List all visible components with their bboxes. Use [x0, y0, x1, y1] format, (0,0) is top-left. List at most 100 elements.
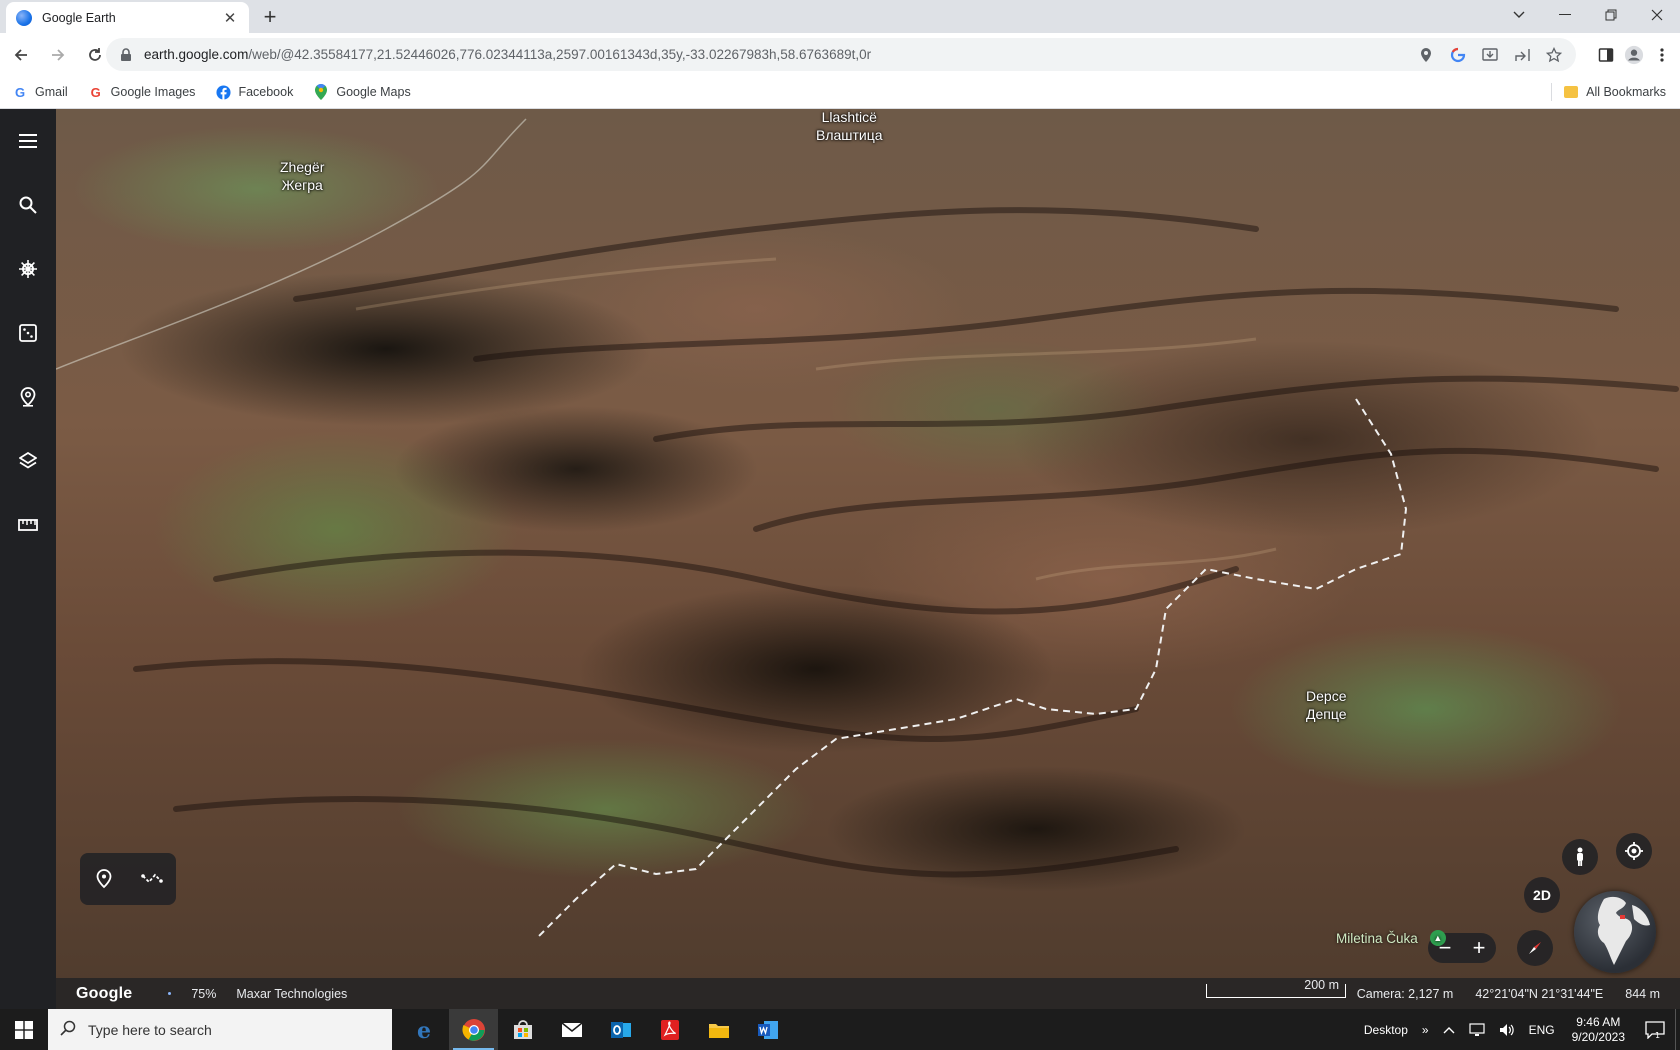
site-info-icon[interactable] — [120, 47, 134, 63]
poi-miletina-cuka[interactable]: Miletina Čuka ▲ — [1336, 930, 1446, 946]
restore-icon[interactable] — [1588, 0, 1634, 30]
maps-pin-icon — [313, 84, 329, 100]
google-earth-favicon-icon — [16, 9, 32, 26]
word-icon[interactable] — [743, 1009, 792, 1050]
measure-ruler-icon[interactable] — [8, 505, 48, 545]
place-label-zheger[interactable]: Zhegër Жегра — [280, 158, 324, 194]
place-label-depce[interactable]: Depce Депце — [1306, 687, 1347, 723]
add-placemark-icon[interactable] — [89, 864, 119, 894]
notification-center-icon[interactable]: 1 — [1635, 1009, 1675, 1050]
place-name-cyrillic: Жегра — [281, 177, 323, 193]
toggle-2d-button[interactable]: 2D — [1524, 877, 1560, 913]
bookmark-google-images[interactable]: G Google Images — [80, 78, 204, 106]
close-window-icon[interactable] — [1634, 0, 1680, 30]
bookmark-label: Google Images — [110, 85, 196, 99]
edge-icon[interactable]: e — [400, 1009, 449, 1050]
tab-google-earth[interactable]: Google Earth ✕ — [6, 2, 249, 33]
search-icon[interactable] — [8, 185, 48, 225]
forward-arrow-icon[interactable] — [42, 39, 74, 71]
show-hidden-icons-chevron-icon[interactable] — [1436, 1026, 1462, 1034]
tab-search-icon[interactable] — [1496, 0, 1542, 30]
url-path: /web/@42.35584177,21.52446026,776.023441… — [248, 47, 872, 62]
peak-marker-icon: ▲ — [1429, 930, 1446, 946]
chrome-icon[interactable] — [449, 1009, 498, 1050]
google-g-icon: G — [14, 84, 26, 100]
file-explorer-icon[interactable] — [694, 1009, 743, 1050]
volume-icon[interactable] — [1492, 1023, 1522, 1037]
map-style-layers-icon[interactable] — [8, 441, 48, 481]
side-panel-icon[interactable] — [1596, 45, 1616, 65]
loading-dot-icon — [168, 992, 172, 995]
bookmark-facebook[interactable]: Facebook — [207, 78, 301, 106]
place-name-latin: Zhegër — [280, 159, 325, 175]
all-bookmarks-button[interactable]: All Bookmarks — [1551, 78, 1666, 106]
feeling-lucky-dice-icon[interactable] — [8, 313, 48, 353]
bookmark-label: Google Maps — [336, 85, 411, 99]
install-app-icon[interactable] — [1480, 45, 1500, 65]
ground-elevation: 844 m — [1625, 986, 1660, 1001]
search-icon — [60, 1020, 76, 1039]
compass-icon[interactable] — [1517, 930, 1553, 966]
clock[interactable]: 9:46 AM 9/20/2023 — [1562, 1015, 1635, 1045]
more-menu-icon[interactable] — [1652, 45, 1672, 65]
system-tray: Desktop » ENG 9:46 AM 9/20/2023 1 — [1357, 1009, 1680, 1050]
all-bookmarks-label: All Bookmarks — [1586, 85, 1666, 99]
share-icon[interactable] — [1512, 45, 1532, 65]
toolbar-expand-icon[interactable]: » — [1415, 1023, 1436, 1037]
bookmark-gmail[interactable]: G Gmail — [4, 78, 76, 106]
road-line — [56, 118, 527, 370]
bookmark-star-icon[interactable] — [1544, 45, 1564, 65]
mini-globe-icon[interactable] — [1574, 891, 1656, 973]
url-text[interactable]: earth.google.com/web/@42.35584177,21.524… — [144, 47, 1416, 62]
store-icon[interactable] — [498, 1009, 547, 1050]
place-name-cyrillic: Влаштица — [816, 127, 883, 143]
profile-avatar-icon[interactable] — [1624, 45, 1644, 65]
camera-altitude: Camera: 2,127 m — [1356, 986, 1454, 1001]
new-tab-button[interactable]: + — [258, 5, 282, 29]
tab-close-icon[interactable]: ✕ — [221, 9, 239, 27]
browser-toolbar: earth.google.com/web/@42.35584177,21.524… — [0, 33, 1680, 76]
bookmark-google-maps[interactable]: Google Maps — [305, 78, 418, 106]
google-lens-icon[interactable] — [1448, 45, 1468, 65]
satellite-terrain-view[interactable]: Llashticë Влаштица Zhegër Жегра Depce Де… — [56, 109, 1680, 1009]
place-label-llashtice[interactable]: Llashticë Влаштица — [816, 109, 883, 144]
google-g-icon: G — [90, 84, 101, 100]
place-name-latin: Llashticë — [821, 109, 877, 125]
border-dashed-line — [535, 398, 1408, 940]
scale-label: 200 m — [1304, 978, 1339, 992]
earth-sidebar — [0, 109, 56, 1009]
cursor-coordinates: 42°21'04"N 21°31'44"E — [1475, 986, 1604, 1001]
mail-icon[interactable] — [547, 1009, 596, 1050]
earth-tools-panel — [80, 853, 176, 905]
google-earth-app: Llashticë Влаштица Zhegër Жегра Depce Де… — [0, 109, 1680, 1009]
pegman-street-view-icon[interactable] — [1562, 839, 1598, 875]
scale-bar[interactable]: 200 m — [1206, 978, 1346, 998]
windows-taskbar: Type here to search e Desktop » ENG 9:46… — [0, 1009, 1680, 1050]
draw-path-icon[interactable] — [137, 864, 167, 894]
projects-pin-icon[interactable] — [8, 377, 48, 417]
show-desktop-button[interactable] — [1675, 1009, 1680, 1050]
outlook-icon[interactable] — [596, 1009, 645, 1050]
address-bar[interactable]: earth.google.com/web/@42.35584177,21.524… — [106, 38, 1576, 71]
back-arrow-icon[interactable] — [5, 39, 37, 71]
desktop-toolbar-label[interactable]: Desktop — [1357, 1023, 1415, 1037]
bookmark-label: Gmail — [35, 85, 68, 99]
main-menu-icon[interactable] — [8, 121, 48, 161]
windows-start-icon[interactable] — [0, 1009, 48, 1050]
zoom-in-button[interactable]: + — [1473, 937, 1486, 959]
taskbar-search-box[interactable]: Type here to search — [48, 1009, 392, 1050]
network-icon[interactable] — [1462, 1022, 1492, 1037]
bookmark-label: Facebook — [238, 85, 294, 99]
url-host: earth.google.com — [144, 47, 249, 62]
location-pin-icon[interactable] — [1416, 45, 1436, 65]
my-location-icon[interactable] — [1616, 833, 1652, 869]
place-name-latin: Depce — [1306, 688, 1347, 704]
input-language[interactable]: ENG — [1522, 1023, 1562, 1037]
acrobat-icon[interactable] — [645, 1009, 694, 1050]
google-logo: Google — [76, 984, 133, 1002]
tab-strip: Google Earth ✕ + — [0, 0, 1680, 33]
terrain-ridges — [56, 118, 1679, 940]
minimize-icon[interactable] — [1542, 0, 1588, 30]
imagery-attribution[interactable]: Maxar Technologies — [236, 987, 347, 1001]
voyager-ship-wheel-icon[interactable] — [8, 249, 48, 289]
